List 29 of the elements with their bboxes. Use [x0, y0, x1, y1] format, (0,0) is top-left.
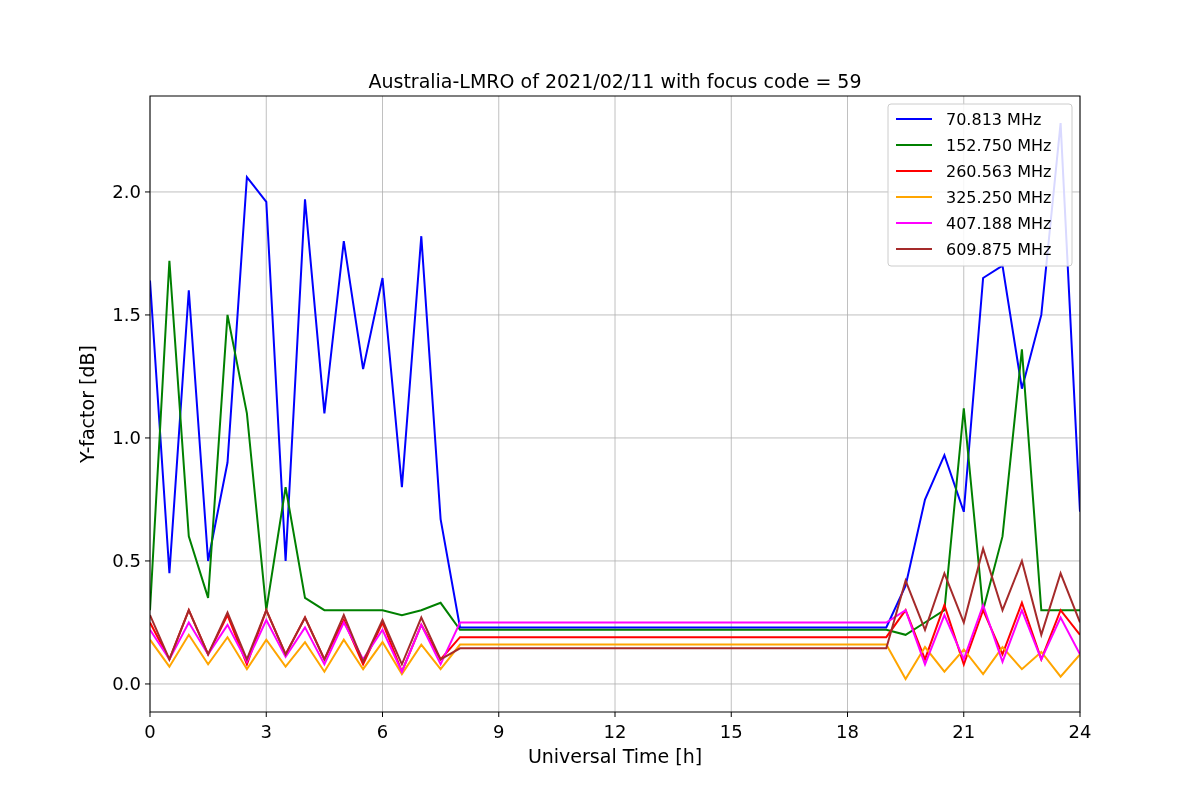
y-axis-label: Y-factor [dB]: [76, 345, 98, 463]
legend-line: [895, 170, 933, 172]
chart-title: Australia-LMRO of 2021/02/11 with focus code = 59: [368, 70, 862, 92]
legend-label: 152.750 MHz: [946, 136, 1052, 155]
x-tick-label: 18: [836, 721, 859, 742]
y-tick-label: 1.5: [112, 303, 141, 325]
y-tick-label: 0.0: [112, 672, 141, 694]
legend-line: [895, 196, 933, 198]
legend-line: [895, 222, 933, 224]
x-axis-label: Universal Time [h]: [527, 745, 703, 767]
x-tick-label: 0: [144, 721, 156, 742]
x-tick-label: 3: [260, 721, 272, 742]
y-tick-label: 1.0: [112, 426, 141, 448]
legend-label: 609.875 MHz: [946, 240, 1052, 259]
legend-label: 407.188 MHz: [946, 214, 1052, 233]
x-tick-label: 15: [719, 721, 743, 742]
y-tick-label: 0.5: [112, 549, 141, 571]
legend-label: 70.813 MHz: [946, 110, 1042, 129]
x-tick-label: 21: [952, 721, 976, 742]
y-tick-label: 2.0: [112, 180, 141, 202]
x-tick-label: 6: [376, 721, 389, 742]
legend-label: 260.563 MHz: [946, 162, 1052, 181]
legend-label: 325.250 MHz: [946, 188, 1052, 207]
legend-line: [895, 118, 933, 120]
legend-line: [895, 248, 933, 250]
x-tick-label: 12: [603, 721, 627, 742]
legend-line: [895, 144, 933, 146]
x-tick-label: 24: [1068, 721, 1092, 742]
x-tick-label: 9: [493, 721, 505, 742]
